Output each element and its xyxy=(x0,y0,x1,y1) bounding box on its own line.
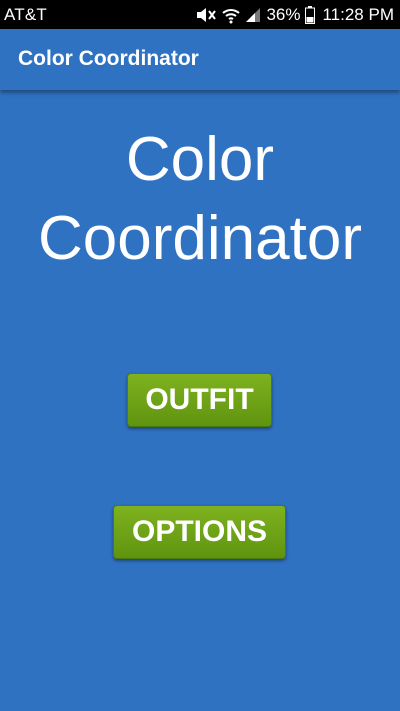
headline-line-2: Coordinator xyxy=(38,204,362,273)
carrier-label: AT&T xyxy=(4,5,47,24)
status-bar: AT&T 36% 11:28 PM xyxy=(0,0,400,29)
battery-percent: 36% xyxy=(266,5,301,24)
headline-line-1: Color xyxy=(125,125,275,194)
clock: 11:28 PM xyxy=(322,5,394,24)
screen: AT&T 36% 11:28 PM Color Coordinator Colo… xyxy=(0,0,400,711)
options-button[interactable]: OPTIONS xyxy=(113,505,286,559)
wifi-icon xyxy=(222,6,241,24)
app-title: Color Coordinator xyxy=(18,47,199,70)
battery-icon xyxy=(305,6,316,24)
status-icons: 36% 11:28 PM xyxy=(195,4,394,26)
outfit-button[interactable]: OUTFIT xyxy=(127,373,272,427)
signal-icon xyxy=(245,7,261,23)
mute-icon xyxy=(195,6,217,24)
app-bar: Color Coordinator xyxy=(0,29,400,90)
page-title: Color Coordinator xyxy=(0,120,400,278)
